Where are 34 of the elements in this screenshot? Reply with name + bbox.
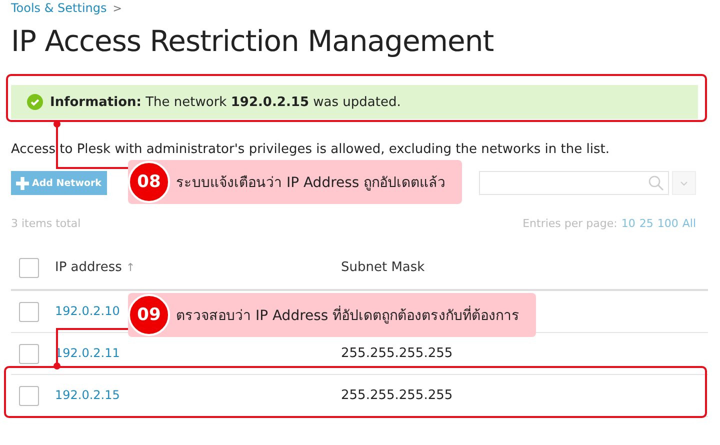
ip-link[interactable]: 192.0.2.15 [55,388,120,402]
page-size-link[interactable]: 25 [639,217,654,230]
page-size-link[interactable]: 100 [657,217,678,230]
step-badge: 08 [128,161,170,203]
step-badge: 09 [128,294,170,336]
search-field[interactable] [479,171,669,195]
search-icon [648,175,664,191]
check-circle-icon [27,94,43,110]
select-all-checkbox[interactable] [19,258,39,278]
breadcrumb-separator: > [112,2,122,14]
page-title: IP Access Restriction Management [11,24,495,60]
callout-note: 09 ตรวจสอบว่า IP Address ที่อัปเดตถูกต้องตรงกับที่ต้องการ [128,293,536,337]
items-total: 3 items total [11,217,81,230]
description-text: Access to Plesk with administrator's privileges is allowed, excluding the networks in the list. [11,142,610,157]
entries-per-page-label: Entries per page: [522,217,618,230]
column-header[interactable]: IP address [55,260,122,275]
sort-indicator: ↑ [126,261,136,274]
ip-link[interactable]: 192.0.2.11 [55,346,120,360]
row-checkbox[interactable] [19,386,39,406]
column-header[interactable]: Subnet Mask [341,260,425,275]
page-size-link[interactable]: 10 [621,217,636,230]
ip-link[interactable]: 192.0.2.10 [55,304,120,318]
breadcrumb-link[interactable]: Tools & Settings [11,1,107,15]
add-network-button[interactable]: Add Network [11,171,107,195]
page-size-link[interactable]: All [682,217,696,230]
row-checkbox[interactable] [19,344,39,364]
callout-note: 08 ระบบแจ้งเตือนว่า IP Address ถูกอัปเดตแล้ว [128,160,462,204]
table-cell-text: 255.255.255.255 [341,388,454,403]
table-cell-text: 255.255.255.255 [341,346,454,361]
caret-icon [680,180,688,186]
dropdown-button[interactable] [672,171,696,195]
message-text: Information: The network 192.0.2.15 was updated. [50,94,401,110]
row-checkbox[interactable] [19,302,39,322]
plus-icon [16,176,29,190]
